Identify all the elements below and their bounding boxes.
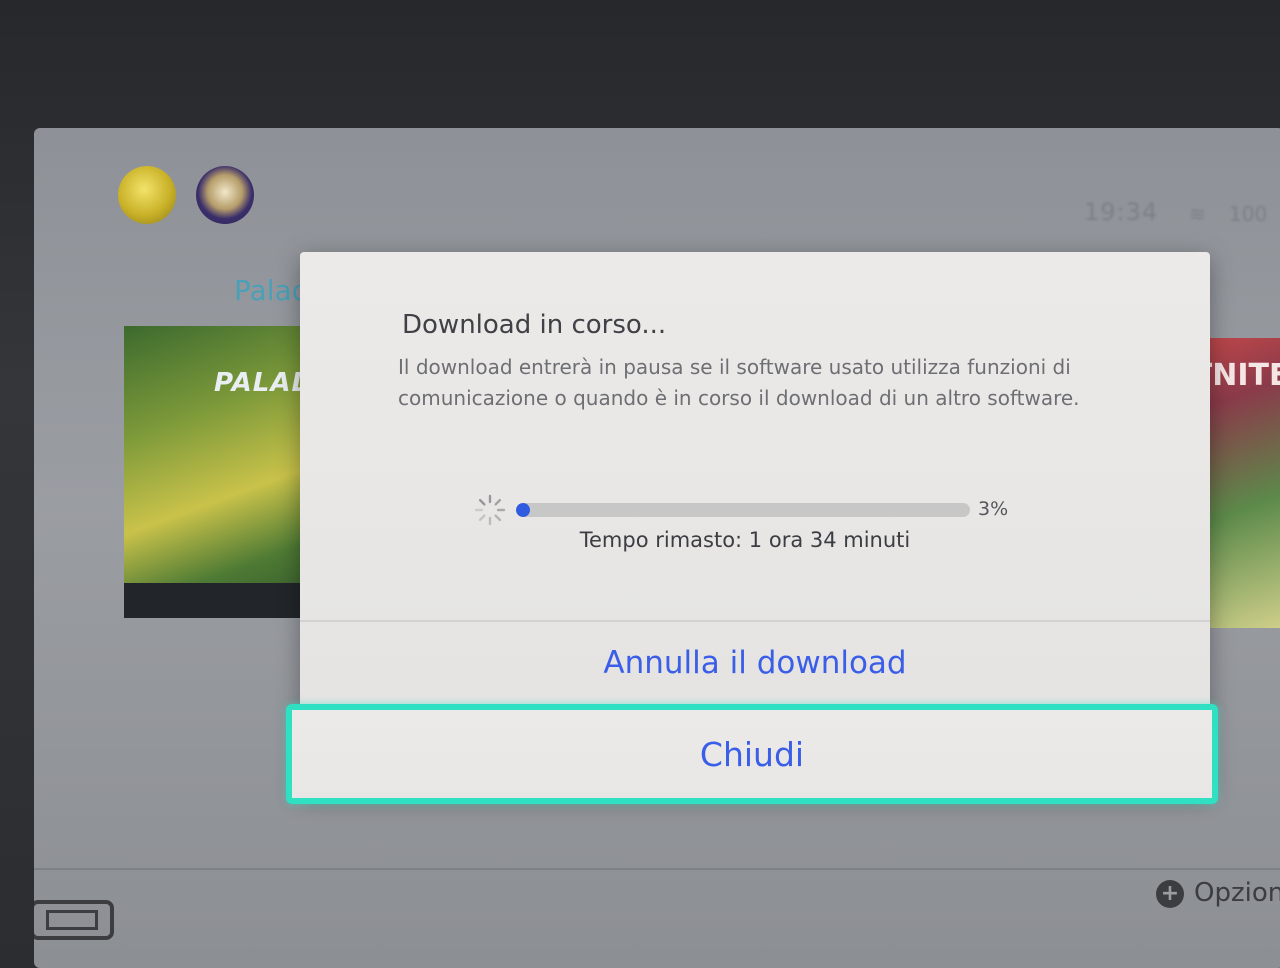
dialog-title: Download in corso... (402, 310, 667, 340)
wifi-icon: ≋ (1189, 202, 1206, 226)
selected-game-label: Palad (234, 274, 310, 307)
user-avatar-1[interactable] (118, 166, 176, 224)
dialog-message: Il download entrerà in pausa se il softw… (398, 355, 1080, 410)
close-button[interactable]: Chiudi (286, 704, 1218, 804)
download-progress-percent: 3% (978, 498, 1009, 520)
options-label[interactable]: Opzion (1194, 878, 1280, 908)
battery-level: 100 (1229, 202, 1268, 226)
download-dialog: Download in corso... Il download entrerà… (286, 252, 1218, 804)
console-icon (34, 900, 114, 940)
loading-spinner-icon (474, 494, 506, 526)
device-bezel: 19:34 ≋ 100 Palad PALAD RTNITE + Opzion … (0, 0, 1280, 968)
time-remaining: Tempo rimasto: 1 ora 34 minuti (579, 528, 911, 552)
download-progress-bar (516, 503, 970, 517)
plus-icon: + (1156, 880, 1184, 908)
user-avatar-2[interactable] (196, 166, 254, 224)
download-progress-fill (516, 503, 530, 517)
footer-divider (34, 868, 1280, 870)
status-time: 19:34 (1084, 198, 1159, 226)
cancel-download-button[interactable]: Annulla il download (300, 624, 1210, 702)
dialog-divider (300, 620, 1210, 622)
